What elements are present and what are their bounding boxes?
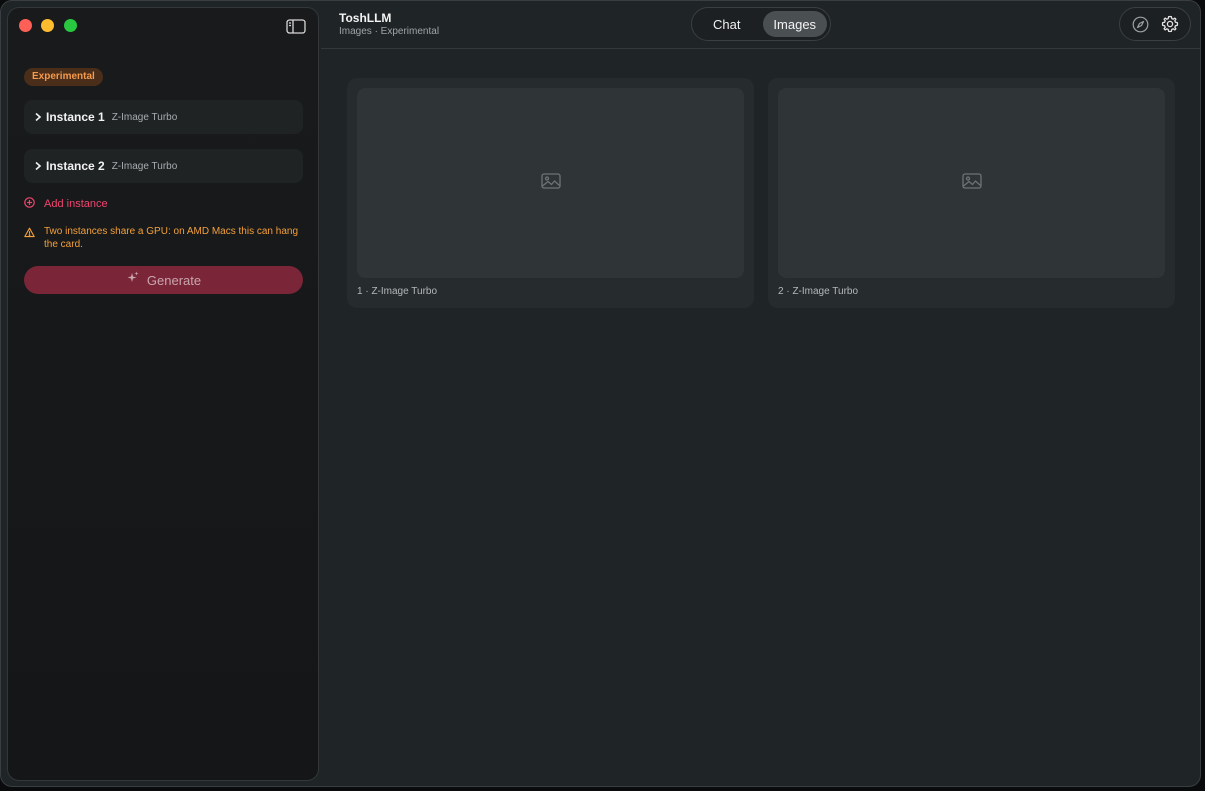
instance-row-1[interactable]: Instance 1 Z-Image Turbo <box>24 100 303 134</box>
experimental-badge: Experimental <box>24 68 103 86</box>
output-card-1[interactable]: 1 · Z-Image Turbo <box>347 78 754 308</box>
image-icon <box>961 172 982 194</box>
tab-chat[interactable]: Chat <box>695 11 759 37</box>
generate-label: Generate <box>146 272 202 288</box>
instance-model: Z-Image Turbo <box>111 111 178 123</box>
warning-triangle-icon <box>24 225 35 243</box>
output-caption: 2 · Z-Image Turbo <box>778 286 859 297</box>
plus-circle-icon <box>24 195 35 213</box>
mode-segmented-control: Chat Images <box>691 7 831 41</box>
sidebar-toggle-icon[interactable] <box>286 18 306 34</box>
instance-name: Instance 2 <box>46 159 105 173</box>
output-caption: 1 · Z-Image Turbo <box>357 286 438 297</box>
instance-row-2[interactable]: Instance 2 Z-Image Turbo <box>24 149 303 183</box>
add-instance-button[interactable]: Add instance <box>24 196 108 212</box>
window-close-button[interactable] <box>19 19 32 32</box>
top-header: ToshLLM Images · Experimental Chat Image… <box>321 1 1200 49</box>
image-placeholder <box>357 88 744 278</box>
generate-button[interactable]: Generate <box>24 266 303 294</box>
gpu-warning: Two instances share a GPU: on AMD Macs t… <box>24 225 306 251</box>
chevron-right-icon <box>34 160 44 172</box>
tab-images[interactable]: Images <box>762 11 827 37</box>
header-toolbar <box>1119 7 1191 41</box>
app-subtitle: Images · Experimental <box>339 26 440 37</box>
instance-name: Instance 1 <box>46 110 105 124</box>
sparkle-icon <box>126 271 139 289</box>
sidebar: Experimental Instance 1 Z-Image Turbo In… <box>7 7 319 781</box>
output-card-2[interactable]: 2 · Z-Image Turbo <box>768 78 1175 308</box>
warning-text: Two instances share a GPU: on AMD Macs t… <box>44 226 299 250</box>
image-placeholder <box>778 88 1165 278</box>
compass-icon[interactable] <box>1130 13 1152 35</box>
instance-model: Z-Image Turbo <box>111 160 178 172</box>
app-title: ToshLLM <box>339 11 392 25</box>
image-icon <box>540 172 561 194</box>
add-instance-label: Add instance <box>44 198 108 210</box>
window-maximize-button[interactable] <box>64 19 77 32</box>
chevron-right-icon <box>34 111 44 123</box>
window-minimize-button[interactable] <box>41 19 54 32</box>
image-output-area: 1 · Z-Image Turbo 2 · Z-Image Turbo <box>321 50 1200 786</box>
app-window: Experimental Instance 1 Z-Image Turbo In… <box>0 0 1201 787</box>
gear-icon[interactable] <box>1159 13 1181 35</box>
